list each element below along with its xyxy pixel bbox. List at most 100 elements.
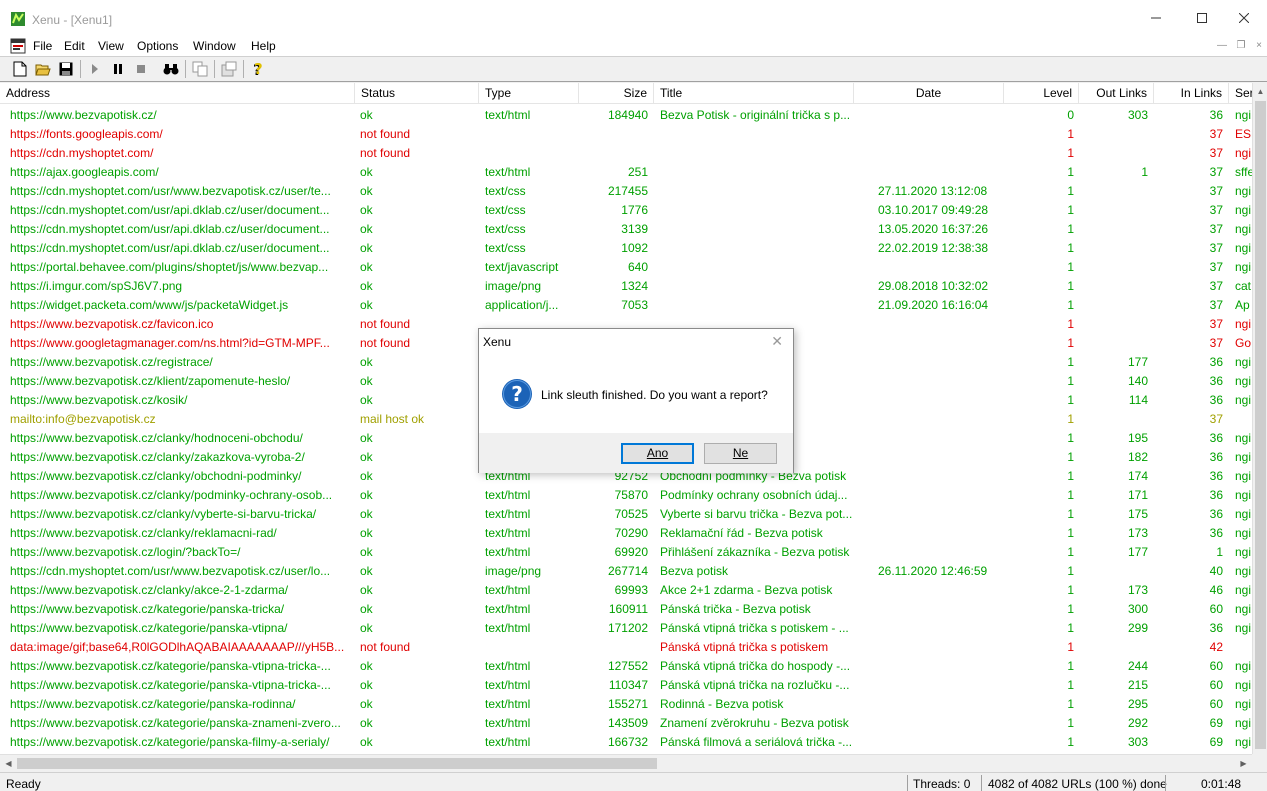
table-row[interactable]: https://cdn.myshoptet.com/usr/api.dklab.… <box>0 239 1252 258</box>
table-row[interactable]: https://ajax.googleapis.com/ok text/html 2… <box>0 163 1252 182</box>
cell-address: data:image/gif;base64,R0lGODlhAQABAIAAAA… <box>10 640 345 654</box>
scroll-right-arrow-icon[interactable]: ▶ <box>1235 755 1252 772</box>
vertical-scroll-thumb[interactable] <box>1255 101 1266 749</box>
column-header-size[interactable]: Size <box>579 83 654 104</box>
table-row[interactable]: https://www.bezvapotisk.cz/kategorie/pan… <box>0 733 1252 752</box>
column-header-in-links[interactable]: In Links <box>1154 83 1229 104</box>
minimize-button[interactable] <box>1133 0 1179 36</box>
cell-address: https://www.bezvapotisk.cz/kategorie/pan… <box>10 678 331 692</box>
cell-status: ok <box>360 507 373 521</box>
cell-level: 1 <box>1067 678 1074 692</box>
cell-address: https://www.bezvapotisk.cz/kategorie/pan… <box>10 697 296 711</box>
play-icon <box>92 64 98 74</box>
cell-date <box>878 657 1003 676</box>
table-row[interactable]: https://widget.packeta.com/www/js/packet… <box>0 296 1252 315</box>
table-row[interactable]: https://www.bezvapotisk.cz/kategorie/pan… <box>0 714 1252 733</box>
find-button[interactable] <box>160 59 182 79</box>
menu-window[interactable]: Window <box>193 39 236 53</box>
menu-file[interactable]: File <box>33 39 52 53</box>
no-button[interactable]: Ne <box>704 443 777 464</box>
table-row[interactable]: https://portal.behavee.com/plugins/shopt… <box>0 258 1252 277</box>
cell-title <box>660 258 852 277</box>
yes-button[interactable]: Ano <box>621 443 694 464</box>
table-row[interactable]: https://fonts.googleapis.com/not found 1 3… <box>0 125 1252 144</box>
column-header-date[interactable]: Date <box>854 83 1004 104</box>
cell-type: text/html <box>485 678 531 692</box>
cell-out-links <box>1079 296 1148 315</box>
status-threads: Threads: 0 <box>913 777 971 791</box>
table-row[interactable]: https://www.bezvapotisk.cz/ok text/html 18… <box>0 106 1252 125</box>
cell-in-links: 36 <box>1209 526 1223 540</box>
cell-level: 1 <box>1067 317 1074 331</box>
cell-status: ok <box>360 279 373 293</box>
scroll-up-arrow-icon[interactable]: ▲ <box>1253 83 1267 100</box>
mdi-close-button[interactable]: × <box>1253 40 1265 52</box>
table-row[interactable]: https://i.imgur.com/spSJ6V7.png ok image/p… <box>0 277 1252 296</box>
cell-size: 69920 <box>614 545 648 559</box>
cell-out-links: 195 <box>1127 431 1148 445</box>
cell-type: text/css <box>485 222 526 236</box>
cell-size: 166732 <box>607 735 648 749</box>
table-row[interactable]: data:image/gif;base64,R0lGODlhAQABAIAAAA… <box>0 638 1252 657</box>
menu-options[interactable]: Options <box>137 39 178 53</box>
table-row[interactable]: https://cdn.myshoptet.com/usr/www.bezvap… <box>0 182 1252 201</box>
close-icon <box>1239 13 1249 23</box>
pause-button[interactable] <box>107 59 129 79</box>
stop-button[interactable] <box>130 59 152 79</box>
column-header-title[interactable]: Title <box>654 83 854 104</box>
menu-edit[interactable]: Edit <box>64 39 85 53</box>
open-button[interactable] <box>32 59 54 79</box>
table-row[interactable]: https://cdn.myshoptet.com/usr/www.bezvap… <box>0 562 1252 581</box>
table-row[interactable]: https://www.bezvapotisk.cz/kategorie/pan… <box>0 619 1252 638</box>
table-row[interactable]: https://www.bezvapotisk.cz/clanky/vybert… <box>0 505 1252 524</box>
column-header-status[interactable]: Status <box>355 83 479 104</box>
copy-button[interactable] <box>189 59 211 79</box>
horizontal-scrollbar[interactable]: ◀ ▶ <box>0 754 1252 771</box>
table-row[interactable]: https://www.bezvapotisk.cz/clanky/reklam… <box>0 524 1252 543</box>
table-row[interactable]: https://www.bezvapotisk.cz/login/?backTo… <box>0 543 1252 562</box>
table-row[interactable]: https://www.bezvapotisk.cz/kategorie/pan… <box>0 600 1252 619</box>
menu-view[interactable]: View <box>98 39 124 53</box>
cell-level: 1 <box>1067 431 1074 445</box>
table-row[interactable]: https://www.bezvapotisk.cz/clanky/podmin… <box>0 486 1252 505</box>
cell-level: 1 <box>1067 355 1074 369</box>
column-header-out-links[interactable]: Out Links <box>1079 83 1154 104</box>
table-row[interactable]: https://www.bezvapotisk.cz/kategorie/pan… <box>0 657 1252 676</box>
cell-date <box>878 543 1003 562</box>
dialog-close-icon[interactable]: ✕ <box>771 333 783 350</box>
scroll-left-arrow-icon[interactable]: ◀ <box>0 755 17 772</box>
cell-status: ok <box>360 431 373 445</box>
mdi-minimize-button[interactable]: — <box>1216 40 1228 52</box>
close-button[interactable] <box>1221 0 1267 36</box>
cell-status: ok <box>360 165 373 179</box>
cell-status: not found <box>360 317 411 331</box>
cell-date <box>878 619 1003 638</box>
play-button[interactable] <box>84 59 106 79</box>
table-row[interactable]: https://cdn.myshoptet.com/usr/api.dklab.… <box>0 220 1252 239</box>
cell-out-links <box>1079 144 1148 163</box>
properties-icon <box>221 61 237 77</box>
cell-type: application/j... <box>485 298 559 312</box>
copy-icon <box>192 61 208 77</box>
cell-date <box>878 448 1003 467</box>
menu-help[interactable]: Help <box>251 39 276 53</box>
vertical-scrollbar[interactable]: ▲ <box>1252 83 1267 754</box>
table-row[interactable]: https://www.bezvapotisk.cz/kategorie/pan… <box>0 695 1252 714</box>
cell-size: 184940 <box>607 108 648 122</box>
mdi-restore-button[interactable]: ❐ <box>1235 40 1247 52</box>
help-button[interactable]: ?? <box>247 59 269 79</box>
table-row[interactable]: https://cdn.myshoptet.com/not found 1 37 ng… <box>0 144 1252 163</box>
column-header-level[interactable]: Level <box>1004 83 1079 104</box>
maximize-button[interactable] <box>1179 0 1225 36</box>
save-button[interactable] <box>55 59 77 79</box>
properties-button[interactable] <box>218 59 240 79</box>
table-row[interactable]: https://www.bezvapotisk.cz/kategorie/pan… <box>0 676 1252 695</box>
column-header-address[interactable]: Address <box>0 83 355 104</box>
new-button[interactable] <box>9 59 31 79</box>
cell-type: text/html <box>485 697 531 711</box>
cell-level: 1 <box>1067 279 1074 293</box>
horizontal-scroll-thumb[interactable] <box>17 758 657 769</box>
table-row[interactable]: https://cdn.myshoptet.com/usr/api.dklab.… <box>0 201 1252 220</box>
column-header-type[interactable]: Type <box>479 83 579 104</box>
table-row[interactable]: https://www.bezvapotisk.cz/clanky/akce-2… <box>0 581 1252 600</box>
